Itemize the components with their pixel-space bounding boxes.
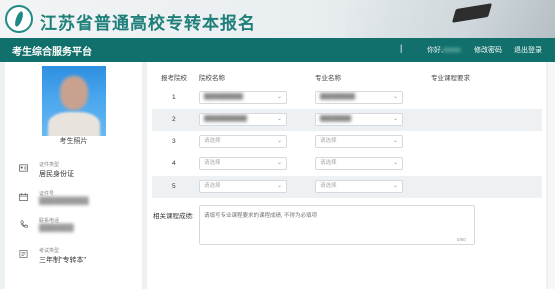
logout-link[interactable]: 退出登录 — [514, 45, 542, 55]
info-phone: 联系电话 ███████ — [19, 217, 139, 239]
row-number: 3 — [172, 138, 176, 145]
top-navbar: 考生综合服务平台 | 你好,xxxxx 修改密码 退出登录 — [0, 38, 555, 62]
chevron-down-icon: ⌄ — [392, 160, 398, 166]
school-select[interactable]: ███████████ ⌄ — [199, 113, 287, 126]
phone-value: ███████ — [39, 225, 74, 232]
info-id-type: 证件类型 居民身份证 — [19, 161, 139, 183]
school-select[interactable]: 请选择 ⌄ — [199, 180, 287, 193]
table-header: 报考院校 院校名称 专业名称 专业课程要求 — [147, 62, 546, 82]
table-row: 1 ██████████ ⌄ █████████ ⌄ — [152, 87, 542, 109]
photo-label: 考生照片 — [59, 138, 88, 145]
chevron-down-icon: ⌄ — [276, 183, 282, 189]
row-number: 4 — [172, 160, 176, 167]
site-banner: 江苏省普通高校专转本报名 — [0, 0, 555, 38]
page-scrollbar[interactable] — [548, 62, 555, 289]
user-greeting: 你好,xxxxx — [427, 45, 460, 55]
school-select[interactable]: 请选择 ⌄ — [199, 157, 287, 170]
change-password-link[interactable]: 修改密码 — [474, 45, 502, 55]
id-number-label: 证件号 — [39, 191, 55, 197]
banner-decoration — [345, 0, 555, 38]
exam-type-icon — [19, 250, 28, 258]
remark-label: 相关课程成绩: — [153, 213, 194, 220]
table-row: 3 请选择 ⌄ 请选择 ⌄ — [152, 131, 542, 153]
col-order: 报考院校 — [161, 75, 187, 82]
school-select[interactable]: 请选择 ⌄ — [199, 135, 287, 148]
chevron-down-icon: ⌄ — [392, 94, 398, 100]
col-requirement: 专业课程要求 — [431, 75, 470, 82]
chevron-down-icon: ⌄ — [276, 94, 282, 100]
table-row: 4 请选择 ⌄ 请选择 ⌄ — [152, 153, 542, 175]
table-row: 5 请选择 ⌄ 请选择 ⌄ — [152, 176, 542, 198]
id-type-value: 居民身份证 — [39, 171, 74, 178]
phone-label: 联系电话 — [39, 218, 60, 224]
major-select[interactable]: █████████ ⌄ — [315, 91, 403, 104]
graduation-cap-icon — [451, 3, 493, 23]
info-exam-type: 考试类型 三年制"专转本" — [19, 247, 139, 269]
major-select[interactable]: 请选择 ⌄ — [315, 157, 403, 170]
application-form: 报考院校 院校名称 专业名称 专业课程要求 1 ██████████ ⌄ ████… — [147, 62, 546, 289]
info-id-number: 证件号 ██████████ — [19, 190, 139, 212]
chevron-down-icon: ⌄ — [276, 116, 282, 122]
char-counter: 0/50 — [457, 237, 466, 242]
calendar-icon — [19, 193, 28, 201]
chevron-down-icon: ⌄ — [392, 183, 398, 189]
col-major: 专业名称 — [315, 75, 341, 82]
col-school: 院校名称 — [199, 75, 225, 82]
user-name: xxxxx — [442, 47, 461, 54]
major-select[interactable]: 请选择 ⌄ — [315, 180, 403, 193]
candidate-sidebar: 考生照片 证件类型 居民身份证 证件号 ██████████ 联系电话 ████… — [5, 62, 142, 289]
major-select[interactable]: 请选择 ⌄ — [315, 135, 403, 148]
chevron-down-icon: ⌄ — [392, 116, 398, 122]
nav-separator: | — [400, 43, 403, 53]
chevron-down-icon: ⌄ — [392, 138, 398, 144]
id-type-label: 证件类型 — [39, 162, 60, 168]
platform-title: 考生综合服务平台 — [12, 47, 92, 58]
candidate-photo — [42, 66, 106, 136]
id-card-icon — [19, 164, 28, 172]
major-select[interactable]: ████████ ⌄ — [315, 113, 403, 126]
id-number-value: ██████████ — [39, 198, 89, 205]
row-number: 5 — [172, 183, 176, 190]
exam-type-label: 考试类型 — [39, 248, 60, 254]
phone-icon — [20, 220, 28, 228]
exam-type-value: 三年制"专转本" — [39, 257, 86, 264]
chevron-down-icon: ⌄ — [276, 138, 282, 144]
row-number: 1 — [172, 94, 176, 101]
greeting-text: 你好, — [427, 47, 443, 54]
table-row: 2 ███████████ ⌄ ████████ ⌄ — [152, 109, 542, 131]
chevron-down-icon: ⌄ — [276, 160, 282, 166]
course-score-textarea[interactable] — [199, 205, 475, 245]
row-number: 2 — [172, 116, 176, 123]
school-select[interactable]: ██████████ ⌄ — [199, 91, 287, 104]
site-logo-icon — [5, 5, 33, 33]
site-title: 江苏省普通高校专转本报名 — [40, 14, 256, 33]
